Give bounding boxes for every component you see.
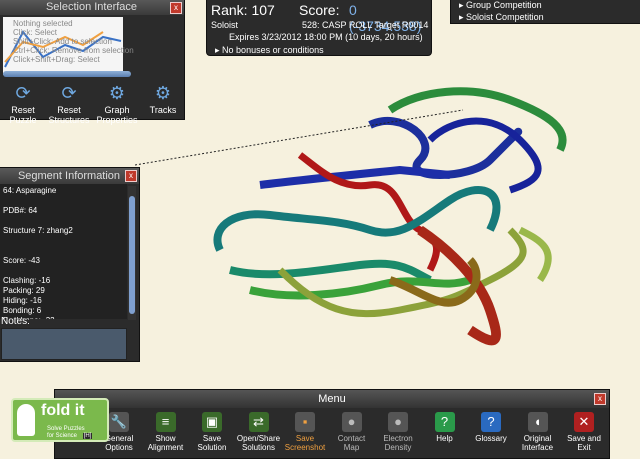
selection-interface-panel: Selection Interface x Nothing selected Cl… xyxy=(0,0,185,125)
segment-detail-line: 64: Asparagine xyxy=(3,186,57,195)
foldit-mascot-icon xyxy=(17,404,35,436)
density-icon: ● xyxy=(388,412,408,432)
segment-information-panel: Segment Information x 64: Asparagine PDB… xyxy=(0,167,140,362)
save-and-exit-button[interactable]: ✕ Save and Exit xyxy=(562,412,606,452)
segment-detail-line: Clashing: -16 xyxy=(3,276,51,285)
hint-line: Click+Shift+Drag: Select xyxy=(13,55,100,64)
camera-icon: ▪ xyxy=(295,412,315,432)
mouse-icon: ◖ xyxy=(527,412,548,432)
graph-properties-button[interactable]: ⚙ Graph Properties xyxy=(93,83,141,125)
reset-puzzle-button[interactable]: ⟳ Reset Puzzle xyxy=(0,83,47,125)
triangle-right-icon: ▸ xyxy=(215,45,220,55)
gear-icon: ⚙ xyxy=(108,83,126,103)
save-screenshot-button[interactable]: ▪ Save Screenshot xyxy=(283,412,327,452)
alignment-icon: ≡ xyxy=(155,412,176,432)
segment-details: 64: Asparagine PDB#: 64 Structure 7: zha… xyxy=(0,184,127,319)
segment-scrollbar[interactable] xyxy=(128,186,136,320)
hint-line: Shift+Click: Add to selection xyxy=(13,37,112,46)
segment-panel-title: Segment Information xyxy=(0,168,139,184)
selection-panel-title: Selection Interface xyxy=(0,0,184,15)
segment-detail-line: Packing: 29 xyxy=(3,286,45,295)
glossary-icon: ? xyxy=(481,412,501,432)
segment-detail-line: Score: -43 xyxy=(3,256,40,265)
segment-detail-line: Bonding: 6 xyxy=(3,306,42,315)
triangle-right-icon: ▸ xyxy=(459,12,464,22)
contact-map-icon: ● xyxy=(341,412,362,432)
score-label: Score: xyxy=(299,2,340,18)
segment-detail-line xyxy=(3,196,123,206)
bonus-toggle[interactable]: ▸ No bonuses or conditions xyxy=(215,45,324,56)
menu-panel: Menu x 🔧 General Options ≡ Show Alignment ▣ S… xyxy=(54,389,610,459)
hint-line: Click: Select xyxy=(13,28,58,37)
triangle-right-icon: ▸ xyxy=(459,0,464,10)
hint-line: Nothing selected xyxy=(13,19,73,28)
puzzle-name: 528: CASP ROLL Target R0014 xyxy=(302,20,429,30)
help-icon: ? xyxy=(434,412,455,432)
close-icon[interactable]: x xyxy=(125,170,137,182)
exit-icon: ✕ xyxy=(574,412,594,432)
selection-graph[interactable]: Nothing selected Click: Select Shift+Click… xyxy=(3,17,134,75)
group-competition-toggle[interactable]: ▸ Group Competition xyxy=(459,0,542,11)
notes-label: Notes: xyxy=(1,316,30,327)
reset-structures-icon: ⟳ xyxy=(61,83,77,103)
save-solution-button[interactable]: ▣ Save Solution xyxy=(190,412,234,452)
segment-detail-line xyxy=(3,266,123,276)
close-icon[interactable]: x xyxy=(170,2,182,14)
save-icon: ▣ xyxy=(202,412,222,432)
glossary-button[interactable]: ? Glossary xyxy=(469,412,513,443)
foldit-logo[interactable]: fold it Solve Puzzles for Science [H] xyxy=(11,398,109,442)
original-interface-button[interactable]: ◖ Original Interface xyxy=(516,412,560,452)
segment-detail-line xyxy=(3,236,123,246)
selection-hint: Nothing selected Click: Select Shift+Click… xyxy=(13,19,134,64)
soloist-competition-toggle[interactable]: ▸ Soloist Competition xyxy=(459,12,544,23)
segment-detail-line xyxy=(3,246,123,256)
contact-map-button[interactable]: ● Contact Map xyxy=(330,412,374,452)
reset-structures-button[interactable]: ⟳ Reset Structures xyxy=(45,83,93,125)
expiry-text: Expires 3/23/2012 18:00 PM (10 days, 20 … xyxy=(229,32,423,42)
score-panel: Rank: 107 Score: 0 (-3734.538) Soloist 5… xyxy=(206,0,432,56)
segment-detail-line: Structure 7: zhang2 xyxy=(3,226,73,235)
selection-line xyxy=(135,109,464,166)
rank-label: Rank: 107 xyxy=(211,2,275,18)
competition-panel: ▸ Group Competition ▸ Soloist Competitio… xyxy=(450,0,640,24)
open-share-solutions-button[interactable]: ⇄ Open/Share Solutions xyxy=(237,412,281,452)
segment-detail-line: PDB#: 64 xyxy=(3,206,38,215)
wrench-icon: 🔧 xyxy=(109,412,129,432)
segment-detail-line xyxy=(3,216,123,226)
electron-density-button[interactable]: ● Electron Density xyxy=(376,412,420,452)
hint-line: Ctrl+Click: Remove from selection xyxy=(13,46,134,55)
close-icon[interactable]: x xyxy=(594,393,606,405)
gear-icon: ⚙ xyxy=(154,83,172,103)
show-alignment-button[interactable]: ≡ Show Alignment xyxy=(144,412,188,452)
help-button[interactable]: ? Help xyxy=(423,412,467,443)
menu-title: Menu xyxy=(55,390,609,408)
selection-slider[interactable] xyxy=(3,71,131,77)
segment-detail-line: Hiding: -16 xyxy=(3,296,42,305)
reset-icon: ⟳ xyxy=(15,83,31,103)
logo-tagline: Solve Puzzles for Science [H] xyxy=(47,426,93,439)
player-role: Soloist xyxy=(211,20,239,30)
notes-field[interactable] xyxy=(1,328,127,360)
logo-text: fold it xyxy=(41,402,85,419)
share-icon: ⇄ xyxy=(248,412,269,432)
